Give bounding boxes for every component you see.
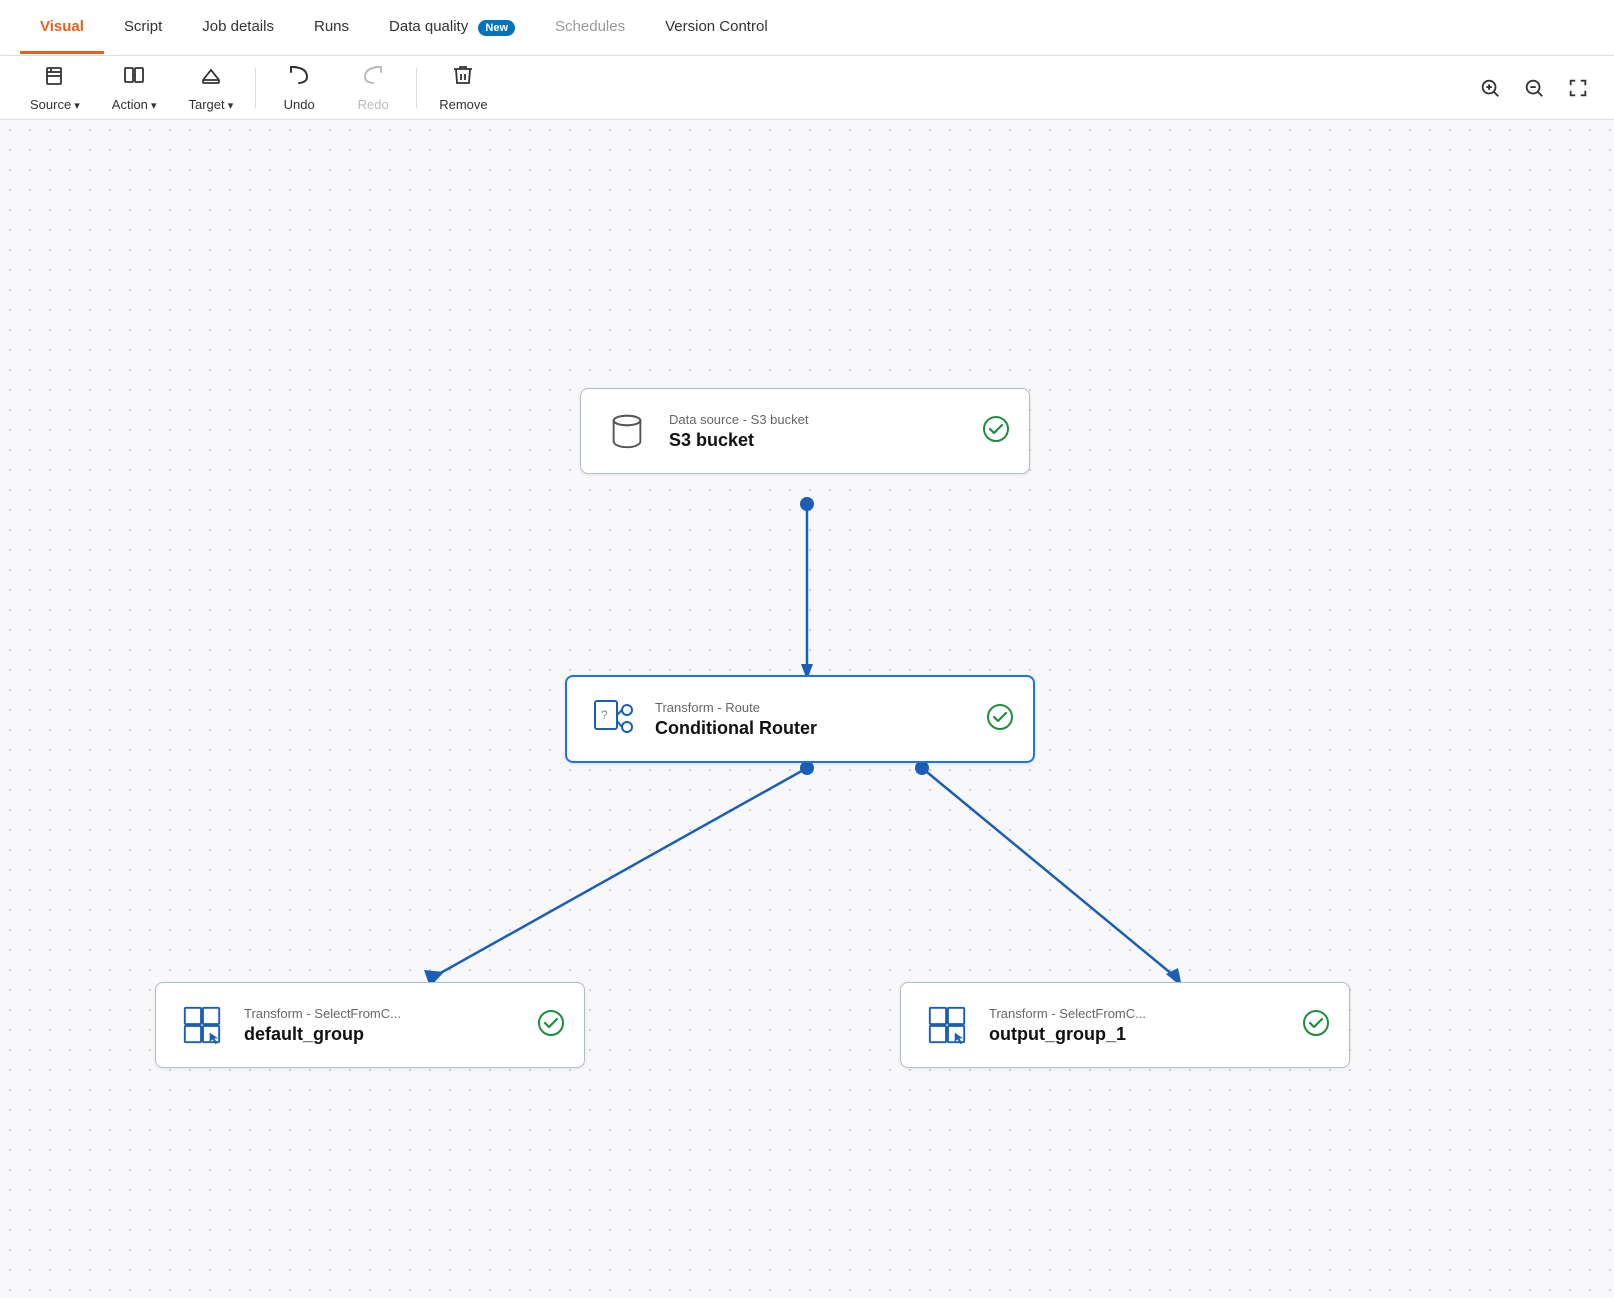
redo-button[interactable]: Redo — [338, 57, 408, 118]
tab-script[interactable]: Script — [104, 2, 182, 54]
s3-node-subtitle: Data source - S3 bucket — [669, 412, 967, 427]
output-group-subtitle: Transform - SelectFromC... — [989, 1006, 1287, 1021]
data-quality-badge: New — [478, 20, 515, 36]
svg-text:?: ? — [601, 708, 608, 722]
tab-job-details[interactable]: Job details — [182, 2, 294, 54]
toolbar: Source Action Target Undo — [0, 56, 1614, 120]
redo-label: Redo — [358, 97, 389, 112]
undo-icon — [287, 63, 311, 93]
action-icon — [122, 63, 146, 93]
remove-button[interactable]: Remove — [425, 57, 501, 118]
undo-label: Undo — [284, 97, 315, 112]
target-icon — [199, 63, 223, 93]
separator-1 — [255, 68, 256, 108]
router-node-status — [987, 704, 1013, 735]
tab-runs[interactable]: Runs — [294, 2, 369, 54]
tab-version-control[interactable]: Version Control — [645, 2, 788, 54]
source-button[interactable]: Source — [16, 57, 94, 118]
zoom-out-button[interactable] — [1514, 68, 1554, 108]
tab-bar: Visual Script Job details Runs Data qual… — [0, 0, 1614, 56]
s3-node-text: Data source - S3 bucket S3 bucket — [669, 412, 967, 451]
canvas[interactable]: Data source - S3 bucket S3 bucket ? — [0, 120, 1614, 1298]
target-label: Target — [189, 97, 234, 112]
remove-icon — [451, 63, 475, 93]
zoom-in-button[interactable] — [1470, 68, 1510, 108]
tab-visual[interactable]: Visual — [20, 2, 104, 54]
output-group-icon — [921, 999, 973, 1051]
default-group-text: Transform - SelectFromC... default_group — [244, 1006, 522, 1045]
output-group-status — [1303, 1010, 1329, 1041]
separator-2 — [416, 68, 417, 108]
router-node-icon: ? — [587, 693, 639, 745]
remove-label: Remove — [439, 97, 487, 112]
default-group-status — [538, 1010, 564, 1041]
default-group-subtitle: Transform - SelectFromC... — [244, 1006, 522, 1021]
undo-button[interactable]: Undo — [264, 57, 334, 118]
tab-schedules: Schedules — [535, 2, 645, 54]
s3-node-icon — [601, 405, 653, 457]
fit-view-button[interactable] — [1558, 68, 1598, 108]
output-group-text: Transform - SelectFromC... output_group_… — [989, 1006, 1287, 1045]
router-node-subtitle: Transform - Route — [655, 700, 971, 715]
source-label: Source — [30, 97, 80, 112]
target-button[interactable]: Target — [175, 57, 248, 118]
source-icon — [43, 63, 67, 93]
router-node-title: Conditional Router — [655, 718, 971, 739]
default-group-node[interactable]: Transform - SelectFromC... default_group — [155, 982, 585, 1068]
tab-data-quality[interactable]: Data quality New — [369, 2, 535, 55]
router-node[interactable]: ? Transform - Route Conditional Router — [565, 675, 1035, 763]
default-group-title: default_group — [244, 1024, 522, 1045]
action-label: Action — [112, 97, 157, 112]
router-node-text: Transform - Route Conditional Router — [655, 700, 971, 739]
s3-node-title: S3 bucket — [669, 430, 967, 451]
s3-node[interactable]: Data source - S3 bucket S3 bucket — [580, 388, 1030, 474]
action-button[interactable]: Action — [98, 57, 171, 118]
s3-node-status — [983, 416, 1009, 447]
default-group-icon — [176, 999, 228, 1051]
output-group-title: output_group_1 — [989, 1024, 1287, 1045]
output-group-node[interactable]: Transform - SelectFromC... output_group_… — [900, 982, 1350, 1068]
redo-icon — [361, 63, 385, 93]
